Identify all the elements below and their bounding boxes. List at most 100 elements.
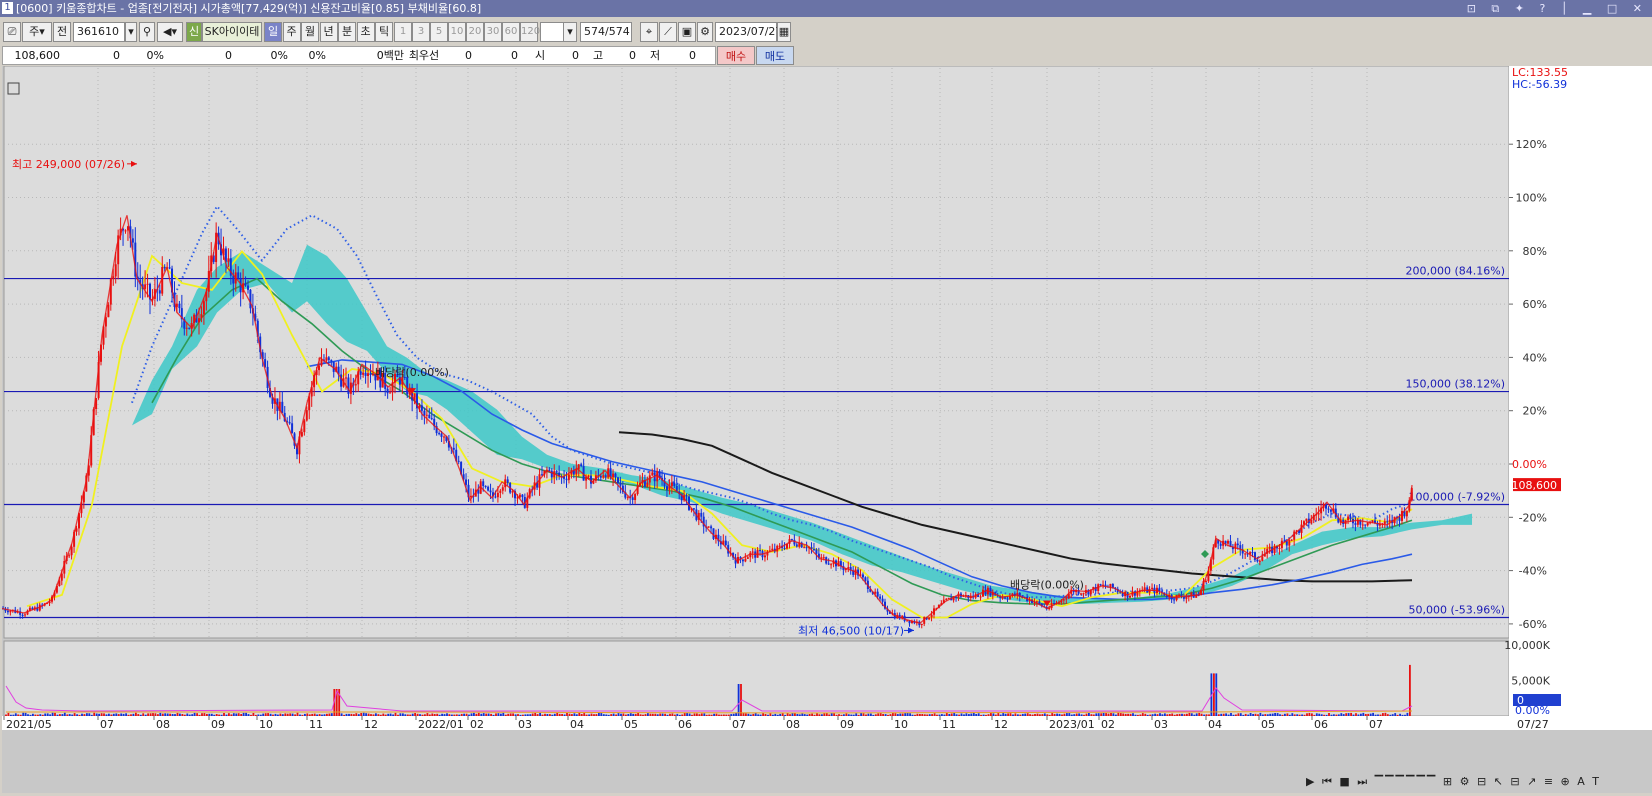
line-icon[interactable]: ⟋: [659, 22, 677, 42]
volume-bar: [206, 713, 208, 716]
candle-body: [646, 482, 649, 487]
volume-bar: [453, 714, 456, 716]
volume-bar: [291, 713, 294, 716]
volume-bar: [1100, 713, 1103, 716]
data-count[interactable]: 574/574: [580, 22, 632, 42]
volume-bar: [24, 712, 27, 716]
candle-body: [506, 479, 509, 483]
volume-tick-label: 10,000K: [1504, 639, 1550, 652]
volume-bar: [960, 713, 963, 716]
calendar-icon[interactable]: ▦: [777, 22, 791, 42]
volume-bar: [1303, 714, 1306, 716]
interval-button[interactable]: 1: [394, 22, 412, 42]
y-tick-label: 80%: [1523, 245, 1547, 258]
period-button[interactable]: 년: [319, 22, 338, 42]
volume-bar: [1230, 713, 1232, 716]
interval-button[interactable]: 3: [412, 22, 430, 42]
speaker-icon[interactable]: ◀▾: [157, 22, 183, 42]
volume-bar: [1382, 713, 1384, 716]
volume-bar: [267, 713, 269, 716]
volume-bar: [1115, 714, 1117, 716]
interval-button[interactable]: 60: [502, 22, 520, 42]
sell-button[interactable]: 매도: [756, 46, 794, 65]
volume-bar: [451, 714, 453, 716]
low-label: 저: [649, 49, 661, 62]
volume-bar: [1222, 713, 1225, 716]
volume-bar: [958, 714, 960, 716]
volume-bar: [573, 713, 576, 716]
type-select[interactable]: 주▾: [22, 22, 52, 42]
period-button[interactable]: 틱: [375, 22, 393, 42]
period-button[interactable]: 초: [356, 22, 375, 42]
volume-bar: [215, 714, 218, 716]
volume-bar: [936, 714, 938, 716]
volume-bar: [321, 714, 323, 716]
date-input[interactable]: 2023/07/27: [715, 22, 782, 42]
window-controls[interactable]: ⊡ ⧉ ✦ ? │ ▁ □ ✕: [1467, 0, 1648, 17]
volume-bar: [546, 714, 549, 716]
volume-bar: [78, 714, 81, 716]
volume-bar: [71, 714, 74, 716]
volume-bar: [355, 713, 358, 716]
candle-body: [862, 574, 864, 578]
quote-bar: 108,600 0 0% 0 0% 0% 0백만 최우선 0 0 시 0 고 0…: [0, 46, 1652, 66]
volume-bar: [1350, 712, 1352, 716]
volume-bar: [1129, 713, 1132, 716]
volume-bar: [416, 713, 419, 716]
chevron-down-icon[interactable]: ▾: [563, 22, 577, 42]
volume-bar: [1046, 714, 1049, 716]
chart-navigation-controls[interactable]: ▶ ⏮ ■ ⏭ ▔▔▔▔▔▔ ⊞ ⚙ ⊟ ↖ ⊟ ↗ ≡ ⊕ A T: [1306, 773, 1601, 791]
volume-bar: [428, 714, 431, 716]
volume-bar: [968, 714, 970, 716]
volume-bar: [448, 714, 451, 716]
period-button[interactable]: 주: [282, 22, 301, 42]
volume-bar: [1063, 713, 1066, 716]
chart-settings-icon[interactable]: ⎚: [3, 22, 21, 42]
trade-amount: 0백만: [376, 49, 404, 62]
volume-bar: [955, 714, 958, 716]
volume-bar: [678, 714, 681, 716]
interval-button[interactable]: 20: [466, 22, 484, 42]
chevron-down-icon[interactable]: ▾: [125, 22, 137, 42]
volume-bar: [1293, 714, 1296, 716]
volume-bar: [1161, 714, 1164, 716]
gear-icon[interactable]: ⚙: [697, 22, 713, 42]
volume-bar: [365, 713, 367, 716]
volume-bar: [424, 714, 426, 716]
crosshair-icon[interactable]: ⌖: [640, 22, 658, 42]
volume-bar: [1276, 713, 1279, 716]
volume-bar: [1154, 713, 1156, 716]
volume-bar: [855, 713, 858, 716]
volume-bar: [487, 713, 490, 716]
volume-bar: [201, 713, 203, 716]
chart-svg[interactable]: 200,000 (84.16%) 150,000 (38.12%) 100,000 …: [1, 65, 1652, 793]
period-button[interactable]: 일: [264, 22, 282, 42]
interval-button[interactable]: 30: [484, 22, 502, 42]
volume-bar: [865, 714, 867, 716]
interval-button[interactable]: 10: [448, 22, 466, 42]
candle-body: [790, 539, 793, 541]
period-button[interactable]: 분: [338, 22, 356, 42]
open-label: 시: [534, 49, 546, 62]
volume-bar: [176, 712, 179, 716]
candle-body: [423, 410, 426, 416]
volume-bar: [66, 714, 69, 716]
volume-bar: [1007, 713, 1009, 716]
volume-bar: [1036, 713, 1039, 716]
interval-button[interactable]: 5: [430, 22, 448, 42]
volume-bar: [61, 714, 64, 716]
search-icon[interactable]: ⚲: [139, 22, 155, 42]
volume-bar: [524, 714, 527, 716]
volume-bar: [1301, 714, 1303, 716]
volume-bar: [588, 714, 590, 716]
stock-code-input[interactable]: 361610: [73, 22, 125, 42]
volume-bar: [764, 714, 767, 716]
buy-button[interactable]: 매수: [717, 46, 755, 65]
volume-bar: [752, 713, 755, 716]
prev-button[interactable]: 전: [53, 22, 71, 42]
interval-button[interactable]: 120: [520, 22, 540, 42]
save-icon[interactable]: ▣: [678, 22, 696, 42]
volume-bar: [105, 714, 108, 716]
period-button[interactable]: 월: [301, 22, 319, 42]
volume-bar: [1176, 714, 1178, 716]
